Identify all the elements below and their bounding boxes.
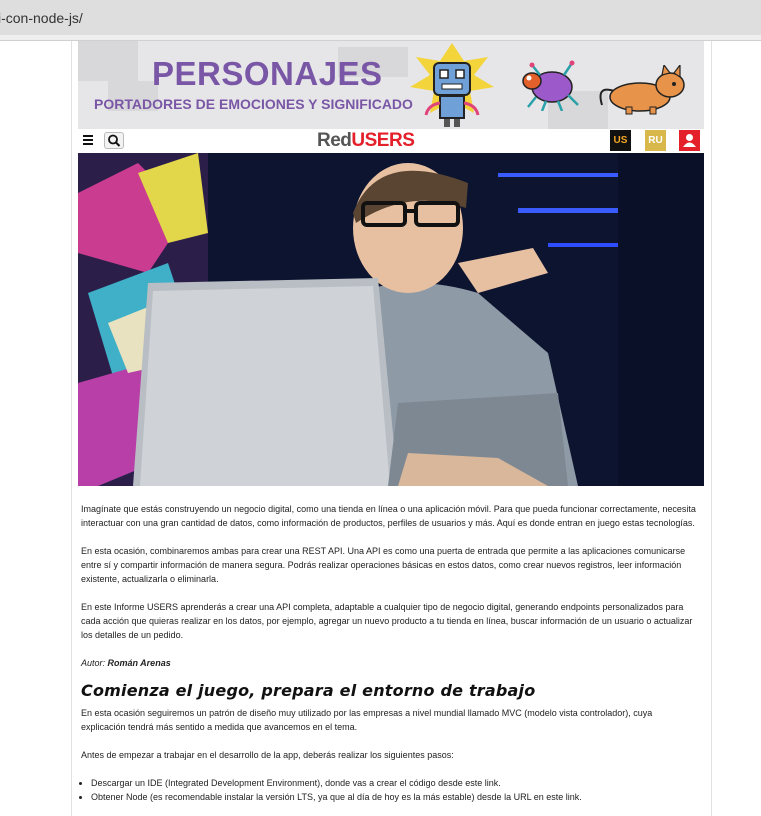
cat-character-icon <box>599 65 685 115</box>
redusers-logo[interactable]: RedUSERS <box>317 130 415 152</box>
hero-image <box>78 153 704 486</box>
article-paragraph: Imagínate que estás construyendo un nego… <box>81 504 696 528</box>
search-icon <box>108 134 121 147</box>
list-item: Obtener Node (es recomendable instalar l… <box>91 790 696 804</box>
author-name: Román Arenas <box>107 658 171 668</box>
article-paragraph: En esta ocasión seguiremos un patrón de … <box>81 708 653 732</box>
site-navbar: RedUSERS US RU <box>78 129 704 153</box>
browser-address-bar[interactable]: i-con-node-js/ <box>0 0 761 35</box>
user-account-button[interactable] <box>679 130 700 151</box>
robot-character-icon <box>410 43 494 127</box>
list-item: Descargar un IDE (Integrated Development… <box>91 776 696 790</box>
author-label: Autor: <box>81 658 108 668</box>
banner-title: PERSONAJES <box>152 55 383 92</box>
logo-users-text: USERS <box>351 130 415 151</box>
us-magazine-badge[interactable]: US <box>610 130 631 151</box>
menu-hamburger-icon[interactable] <box>83 135 93 145</box>
article-paragraph: En este Informe USERS aprenderás a crear… <box>81 602 693 640</box>
article-paragraph: Antes de empezar a trabajar en el desarr… <box>81 750 454 760</box>
url-text[interactable]: i-con-node-js/ <box>0 10 83 26</box>
ru-badge[interactable]: RU <box>645 130 666 151</box>
logo-red-text: Red <box>317 130 352 151</box>
web-page: PERSONAJES PORTADORES DE EMOCIONES Y SIG… <box>71 41 712 816</box>
user-icon <box>683 134 696 147</box>
banner-pattern <box>78 41 138 81</box>
article-paragraph: En esta ocasión, combinaremos ambas para… <box>81 546 686 584</box>
hero-photo-illustration <box>78 153 704 486</box>
section-heading: Comienza el juego, prepara el entorno de… <box>81 681 536 700</box>
banner-subtitle: PORTADORES DE EMOCIONES Y SIGNIFICADO <box>94 96 413 112</box>
banner-ad[interactable]: PERSONAJES PORTADORES DE EMOCIONES Y SIG… <box>78 41 704 129</box>
bug-character-icon <box>522 60 579 111</box>
search-button[interactable] <box>104 132 124 149</box>
article-body: Imagínate que estás construyendo un nego… <box>81 502 696 804</box>
steps-list: Descargar un IDE (Integrated Development… <box>91 776 696 804</box>
author-line: Autor: Román Arenas <box>81 656 696 670</box>
